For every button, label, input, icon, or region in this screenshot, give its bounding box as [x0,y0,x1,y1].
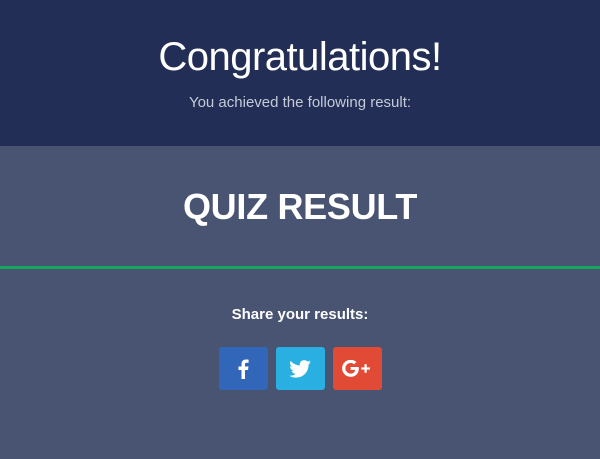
facebook-share-button[interactable] [218,347,268,390]
google-plus-share-button[interactable] [332,347,382,390]
header-banner: Congratulations! You achieved the follow… [0,0,600,146]
share-section: Share your results: [0,269,600,459]
twitter-share-button[interactable] [275,347,325,390]
page-title: Congratulations! [158,35,442,79]
share-label: Share your results: [231,306,369,323]
twitter-icon [289,359,311,378]
page-subtitle: You achieved the following result: [188,94,412,111]
result-section: QUIZ RESULT [0,146,600,266]
facebook-icon [237,359,249,379]
result-title: QUIZ RESULT [182,186,418,227]
share-buttons [218,347,382,390]
google-plus-icon [342,359,372,378]
